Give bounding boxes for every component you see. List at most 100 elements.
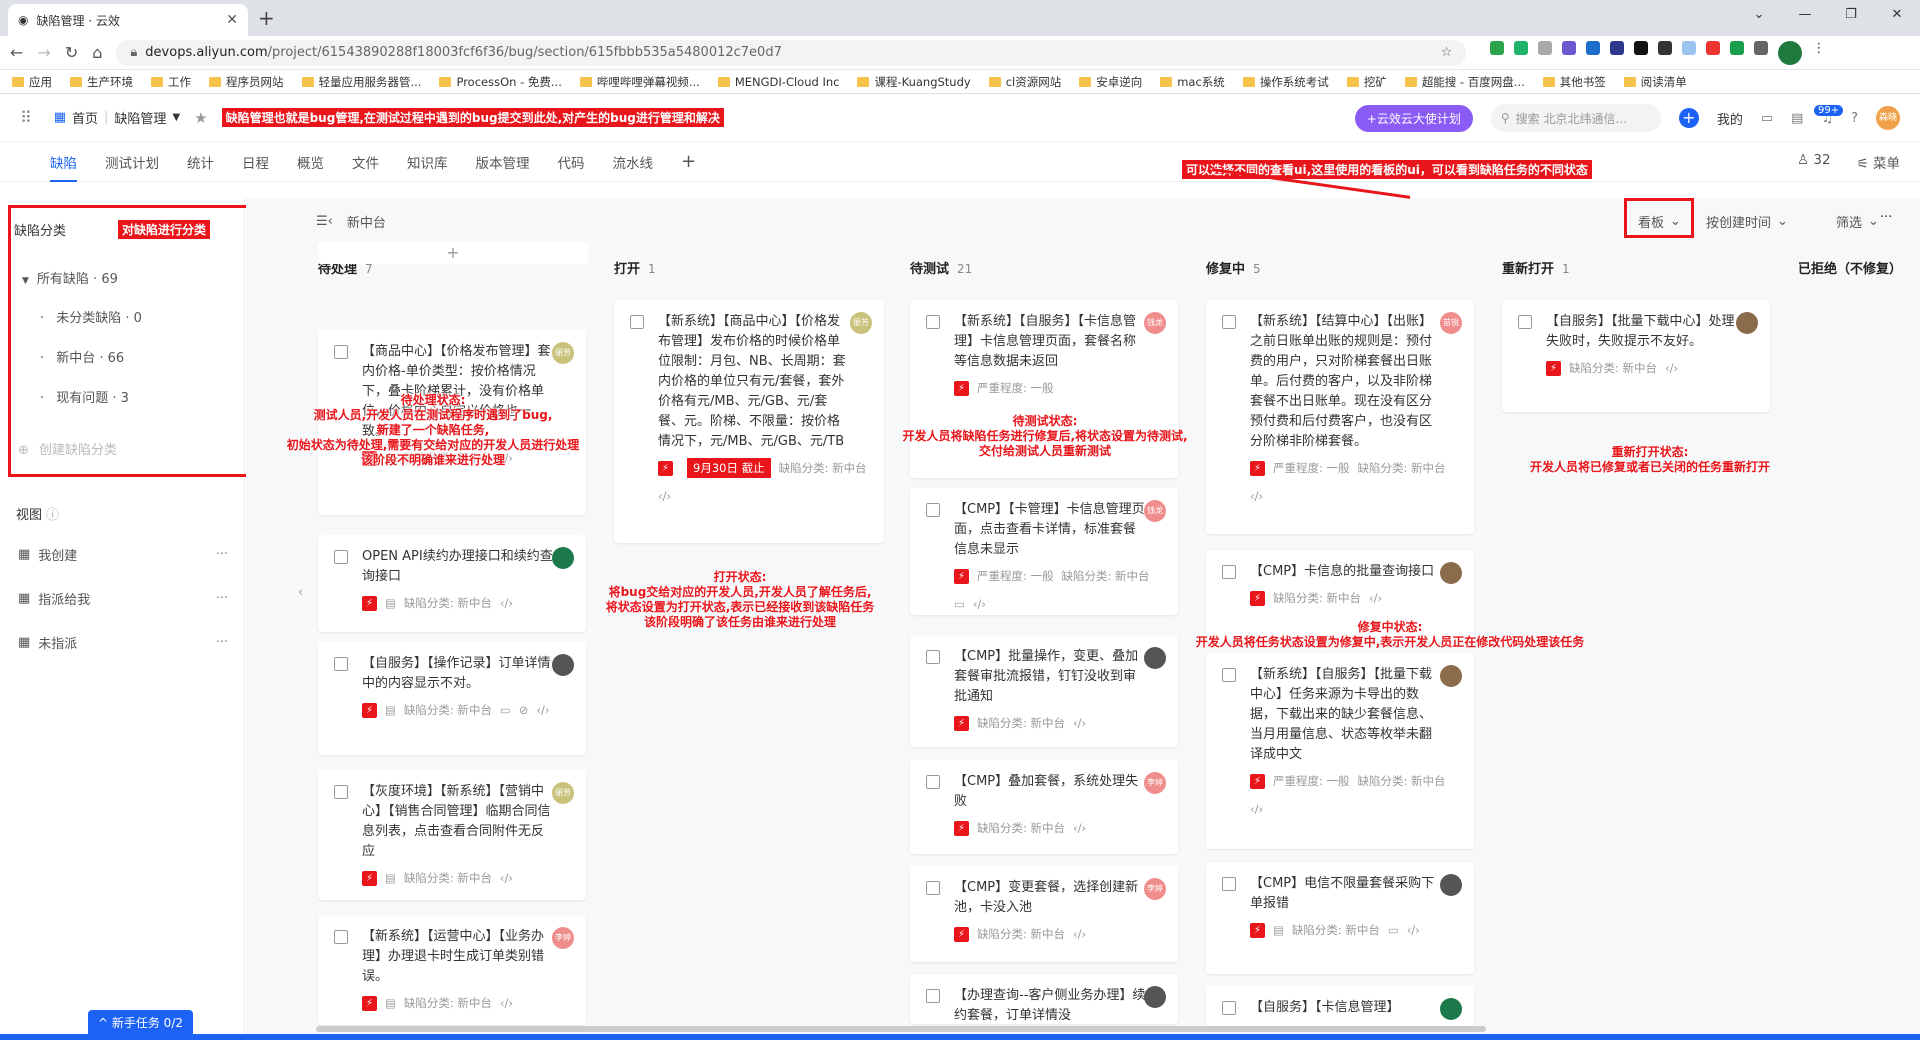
bug-card[interactable]: 【办理查询--客户侧业务办理】续约套餐，订单详情没 (910, 974, 1178, 1024)
bookmark-item[interactable]: 课程-KuangStudy (857, 74, 971, 90)
more-icon[interactable]: ··· (216, 591, 228, 606)
horizontal-scrollbar[interactable] (316, 1026, 1486, 1032)
promo-button[interactable]: +云效云大使计划 (1354, 104, 1473, 132)
close-window-icon[interactable]: ✕ (1874, 0, 1920, 30)
browser-tab[interactable]: ◉ 缺陷管理 · 云效 ✕ (8, 4, 248, 36)
close-tab-icon[interactable]: ✕ (226, 12, 238, 28)
extension-icon[interactable] (1682, 40, 1697, 55)
tab-3[interactable]: 日程 (242, 152, 269, 172)
message-icon[interactable]: ▤ (1791, 111, 1803, 126)
bug-card[interactable]: 丽芳 【灰度环境】【新系统】【营销中心】【销售合同管理】临期合同信息列表，点击查看… (318, 770, 586, 900)
tab-9[interactable]: 流水线 (613, 152, 654, 172)
bookmark-item[interactable]: 应用 (12, 74, 52, 90)
bug-card[interactable]: 丽芳 【新系统】【商品中心】【价格发布管理】发布价格的时候价格单位限制：月包、NB… (614, 300, 884, 543)
card-checkbox[interactable] (1222, 877, 1236, 891)
collapse-icon[interactable]: ☰‹ (316, 214, 333, 229)
tab-6[interactable]: 知识库 (407, 152, 448, 172)
card-checkbox[interactable] (926, 775, 940, 789)
mine-link[interactable]: 我的 (1717, 109, 1743, 128)
view-item-created[interactable]: ▦ 我创建 ··· (18, 545, 228, 564)
card-checkbox[interactable] (334, 785, 348, 799)
bug-card[interactable]: 钱龙 【CMP】【卡管理】卡信息管理页面，点击查看卡详情，标准套餐信息未显示 ⚡ 严重… (910, 488, 1178, 615)
tab-search-icon[interactable]: ⌄ (1736, 0, 1782, 30)
sort-dropdown[interactable]: 按创建时间 ⌄ (1706, 212, 1788, 231)
bug-card[interactable]: 【CMP】批量操作，变更、叠加套餐审批流报错，钉钉没收到审批通知 ⚡ 缺陷分类: 新… (910, 635, 1178, 747)
bug-card[interactable]: 【自服务】【卡信息管理】 (1206, 986, 1474, 1026)
bookmark-star-icon[interactable]: ☆ (1441, 45, 1453, 60)
card-checkbox[interactable] (1222, 315, 1236, 329)
view-item-assigned[interactable]: ▦ 指派给我 ··· (18, 589, 228, 608)
bookmark-item[interactable]: cl资源网站 (988, 74, 1061, 90)
filter-dropdown[interactable]: 筛选 ⌄ (1836, 212, 1879, 231)
bookmark-item[interactable]: 其他书签 (1542, 74, 1606, 90)
extension-icon[interactable] (1562, 40, 1577, 55)
global-search[interactable]: ⚲ 搜索 北京北纬通信... (1490, 104, 1661, 132)
tab-0[interactable]: 缺陷 (50, 152, 77, 182)
bookmark-item[interactable]: 超能搜 - 百度网盘... (1404, 74, 1525, 90)
extension-icon[interactable] (1490, 40, 1505, 55)
bookmark-item[interactable]: MENGDI-Cloud Inc (717, 75, 839, 89)
bookmark-item[interactable]: 工作 (151, 74, 191, 90)
view-item-unassigned[interactable]: ▦ 未指派 ··· (18, 633, 228, 652)
apps-grid-icon[interactable]: ⠿ (20, 108, 32, 127)
restore-icon[interactable]: ❐ (1828, 0, 1874, 30)
new-tab-icon[interactable]: + (258, 6, 275, 30)
help-icon[interactable]: ⓘ (46, 508, 59, 523)
novice-tasks-button[interactable]: ^ 新手任务 0/2 (88, 1010, 193, 1035)
extension-icon[interactable] (1538, 40, 1553, 55)
extension-icon[interactable] (1730, 40, 1745, 55)
bug-card[interactable]: 【新系统】【自服务】【批量下载中心】任务来源为卡导出的数据，下载出来的缺少套餐信… (1206, 653, 1474, 849)
bookmark-item[interactable]: 操作系统考试 (1242, 74, 1329, 90)
crumb-home[interactable]: 首页 (72, 108, 98, 127)
tab-2[interactable]: 统计 (187, 152, 214, 172)
bookmark-item[interactable]: ProcessOn - 免费... (439, 74, 562, 90)
bug-card[interactable]: 苗锐 【新系统】【结算中心】【出账】之前日账单出账的规则是：预付费的用户，只对阶梯… (1206, 300, 1474, 534)
card-checkbox[interactable] (334, 930, 348, 944)
home-icon[interactable]: ⌂ (92, 43, 102, 62)
card-checkbox[interactable] (334, 550, 348, 564)
minimize-icon[interactable]: — (1782, 0, 1828, 30)
card-checkbox[interactable] (926, 650, 940, 664)
more-icon[interactable]: ··· (1880, 210, 1892, 225)
bookmark-item[interactable]: 轻量应用服务器管... (301, 74, 421, 90)
tab-5[interactable]: 文件 (352, 152, 379, 172)
create-button[interactable]: + (1678, 108, 1699, 128)
card-checkbox[interactable] (1518, 315, 1532, 329)
more-menu-icon[interactable]: ⋮ (1812, 41, 1825, 65)
card-checkbox[interactable] (1222, 1001, 1236, 1015)
add-tab-icon[interactable]: + (681, 151, 696, 172)
extension-icon[interactable] (1706, 40, 1721, 55)
extension-icon[interactable] (1586, 40, 1601, 55)
crumb-module[interactable]: 缺陷管理 (114, 108, 166, 127)
card-checkbox[interactable] (926, 503, 940, 517)
add-card-button[interactable]: + (318, 242, 588, 264)
bookmark-item[interactable]: 哔哩哔哩弹幕视频... (579, 74, 700, 90)
menu-button[interactable]: ⚟ 菜单 (1857, 152, 1900, 172)
bug-card[interactable]: 李婷 【CMP】叠加套餐，系统处理失败 ⚡ 缺陷分类: 新中台 ‹/› (910, 760, 1178, 854)
tab-8[interactable]: 代码 (558, 152, 585, 172)
tab-1[interactable]: 测试计划 (105, 152, 159, 172)
calendar-icon[interactable]: ▭ (1761, 111, 1773, 126)
more-icon[interactable]: ··· (216, 635, 228, 650)
reload-icon[interactable]: ↻ (65, 43, 78, 62)
members-button[interactable]: ♙ 32 (1797, 152, 1831, 172)
profile-avatar[interactable] (1778, 40, 1803, 65)
tab-7[interactable]: 版本管理 (476, 152, 530, 172)
help-icon[interactable]: ? (1851, 111, 1858, 126)
notification-icon[interactable]: ♫ 99+ (1813, 104, 1844, 126)
bug-card[interactable]: 【自服务】【批量下载中心】处理失败时，失败提示不友好。 ⚡ 缺陷分类: 新中台 ‹/› (1502, 300, 1770, 412)
card-checkbox[interactable] (926, 881, 940, 895)
card-checkbox[interactable] (334, 657, 348, 671)
bookmark-item[interactable]: 程序员网站 (209, 74, 284, 90)
back-icon[interactable]: ← (10, 43, 23, 62)
chevron-down-icon[interactable]: ▼ (172, 112, 180, 123)
collapse-sidebar-icon[interactable]: ‹ (298, 585, 303, 600)
more-icon[interactable]: ··· (216, 547, 228, 562)
card-checkbox[interactable] (926, 315, 940, 329)
tab-4[interactable]: 概览 (297, 152, 324, 172)
bug-card[interactable]: 李婷 【新系统】【运营中心】【业务办理】办理退卡时生成订单类别错误。 ⚡ ▤ 缺陷分类:… (318, 915, 586, 1025)
card-checkbox[interactable] (1222, 565, 1236, 579)
bookmark-item[interactable]: mac系统 (1160, 74, 1225, 90)
bug-card[interactable]: 【自服务】【操作记录】订单详情中的内容显示不对。 ⚡ ▤ 缺陷分类: 新中台 ▭ ⊘ ‹/› (318, 642, 586, 755)
bookmark-item[interactable]: 安卓逆向 (1079, 74, 1142, 90)
